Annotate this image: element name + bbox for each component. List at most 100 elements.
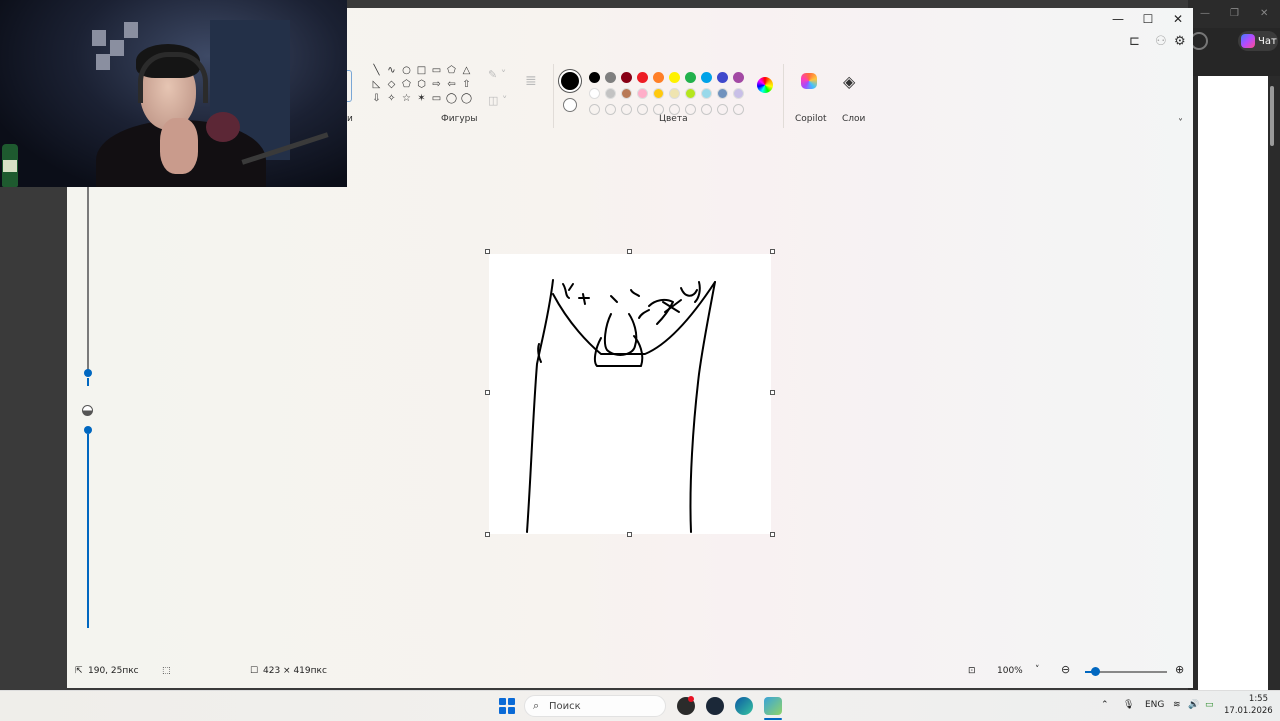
custom-color-slot[interactable] (637, 104, 648, 115)
edit-colors-icon[interactable] (757, 77, 773, 93)
color-swatch[interactable] (685, 88, 696, 99)
shape-tool-icon[interactable]: ◇ (384, 78, 399, 92)
zoom-slider-thumb[interactable] (1091, 667, 1100, 676)
zoom-in-icon[interactable]: ⊕ (1175, 663, 1184, 676)
chat-button[interactable]: Чат (1238, 31, 1278, 51)
secondary-color-swatch[interactable] (563, 98, 577, 112)
shape-tool-icon[interactable]: ▭ (429, 92, 444, 106)
custom-color-slot[interactable] (717, 104, 728, 115)
shape-tool-icon[interactable]: ⇨ (429, 78, 444, 92)
opacity-slider-thumb[interactable] (84, 426, 92, 434)
resize-handle[interactable] (770, 249, 775, 254)
color-swatch[interactable] (653, 72, 664, 83)
size-slider-track[interactable] (87, 186, 89, 372)
shape-tool-icon[interactable]: ▭ (429, 64, 444, 78)
custom-color-slot[interactable] (733, 104, 744, 115)
shape-tool-icon[interactable]: ✧ (384, 92, 399, 106)
shape-tool-icon[interactable]: ◯ (459, 92, 474, 106)
custom-color-slot[interactable] (621, 104, 632, 115)
shape-tool-icon[interactable]: ∿ (384, 64, 399, 78)
color-swatch[interactable] (589, 72, 600, 83)
settings-gear-icon[interactable]: ⚙ (1174, 34, 1186, 49)
custom-color-slot[interactable] (653, 104, 664, 115)
shape-tool-icon[interactable]: ◯ (444, 92, 459, 106)
shape-tool-icon[interactable]: ⬠ (399, 78, 414, 92)
share-icon[interactable]: ⊏ (1129, 34, 1140, 49)
resize-handle[interactable] (770, 390, 775, 395)
custom-color-slot[interactable] (685, 104, 696, 115)
shape-tool-icon[interactable]: ⬠ (444, 64, 459, 78)
color-swatch[interactable] (621, 72, 632, 83)
minimize-button[interactable]: — (1107, 10, 1129, 28)
shape-tool-icon[interactable]: ◺ (369, 78, 384, 92)
close-button[interactable]: ✕ (1167, 10, 1189, 28)
color-swatch[interactable] (637, 88, 648, 99)
color-swatch[interactable] (589, 88, 600, 99)
zoom-out-icon[interactable]: ⊖ (1061, 663, 1070, 676)
color-swatch[interactable] (717, 88, 728, 99)
account-icon[interactable]: ⚇ (1155, 34, 1167, 49)
shape-tool-icon[interactable]: ☆ (399, 92, 414, 106)
color-swatch[interactable] (701, 88, 712, 99)
opacity-slider-track[interactable] (87, 434, 89, 628)
resize-handle[interactable] (627, 532, 632, 537)
shape-tool-icon[interactable]: □ (414, 64, 429, 78)
custom-color-slot[interactable] (701, 104, 712, 115)
color-swatch[interactable] (717, 72, 728, 83)
resize-handle[interactable] (485, 532, 490, 537)
color-swatch[interactable] (669, 72, 680, 83)
resize-handle[interactable] (485, 390, 490, 395)
paint-app-icon[interactable] (764, 697, 782, 715)
browser-close-button[interactable]: ✕ (1260, 8, 1268, 19)
system-clock[interactable]: 1:55 17.01.2026 (1224, 693, 1273, 717)
color-swatch[interactable] (669, 88, 680, 99)
fit-to-window-icon[interactable]: ⊡ (968, 666, 976, 676)
language-indicator[interactable]: ENG (1145, 700, 1164, 710)
browser-maximize-button[interactable]: ❐ (1230, 8, 1239, 19)
copilot-icon[interactable] (801, 73, 817, 89)
color-swatch[interactable] (733, 88, 744, 99)
custom-color-slot[interactable] (589, 104, 600, 115)
layers-icon[interactable]: ◈ (843, 72, 855, 91)
primary-color-swatch[interactable] (561, 72, 579, 90)
size-slider-thumb[interactable] (84, 369, 92, 377)
shape-tool-icon[interactable]: ⇦ (444, 78, 459, 92)
color-swatch[interactable] (621, 88, 632, 99)
ribbon-collapse-chevron-icon[interactable]: ˅ (1178, 118, 1183, 129)
resize-handle[interactable] (627, 249, 632, 254)
custom-color-slot[interactable] (605, 104, 616, 115)
taskbar-search[interactable]: ⌕ Поиск (524, 695, 666, 717)
edge-app-icon[interactable] (735, 697, 753, 715)
volume-icon[interactable]: 🔊 (1188, 700, 1199, 710)
outline-icon[interactable]: ✎ ˅ (488, 68, 506, 81)
color-swatch[interactable] (637, 72, 648, 83)
shape-tool-icon[interactable]: ⬡ (414, 78, 429, 92)
shape-tool-icon[interactable]: ╲ (369, 64, 384, 78)
color-swatch[interactable] (733, 72, 744, 83)
color-swatch[interactable] (605, 72, 616, 83)
wifi-icon[interactable]: ≋ (1173, 700, 1181, 710)
color-swatch[interactable] (653, 88, 664, 99)
shape-tool-icon[interactable]: ✶ (414, 92, 429, 106)
fill-icon[interactable]: ◫ ˅ (488, 94, 507, 107)
resize-handle[interactable] (770, 532, 775, 537)
windows-start-button[interactable] (499, 698, 515, 714)
battery-icon[interactable]: ▭ (1205, 700, 1214, 710)
browser-scrollbar[interactable] (1270, 86, 1274, 146)
shape-tool-icon[interactable]: △ (459, 64, 474, 78)
resize-handle[interactable] (485, 249, 490, 254)
zoom-dropdown[interactable]: 100% ˅ (989, 662, 1047, 680)
shape-tool-icon[interactable]: ○ (399, 64, 414, 78)
browser-minimize-button[interactable]: — (1200, 8, 1210, 19)
shape-tool-icon[interactable]: ⇧ (459, 78, 474, 92)
shape-tool-icon[interactable]: ⇩ (369, 92, 384, 106)
color-swatch[interactable] (701, 72, 712, 83)
brush-size-icon[interactable]: ≣ (525, 73, 537, 89)
microphone-icon[interactable]: 🎙 (1123, 700, 1134, 710)
show-hidden-icons-chevron-icon[interactable]: ⌃ (1101, 700, 1109, 710)
drawing-canvas[interactable] (489, 254, 771, 534)
custom-color-slot[interactable] (669, 104, 680, 115)
color-swatch[interactable] (605, 88, 616, 99)
steam-app-icon[interactable] (706, 697, 724, 715)
color-swatch[interactable] (685, 72, 696, 83)
